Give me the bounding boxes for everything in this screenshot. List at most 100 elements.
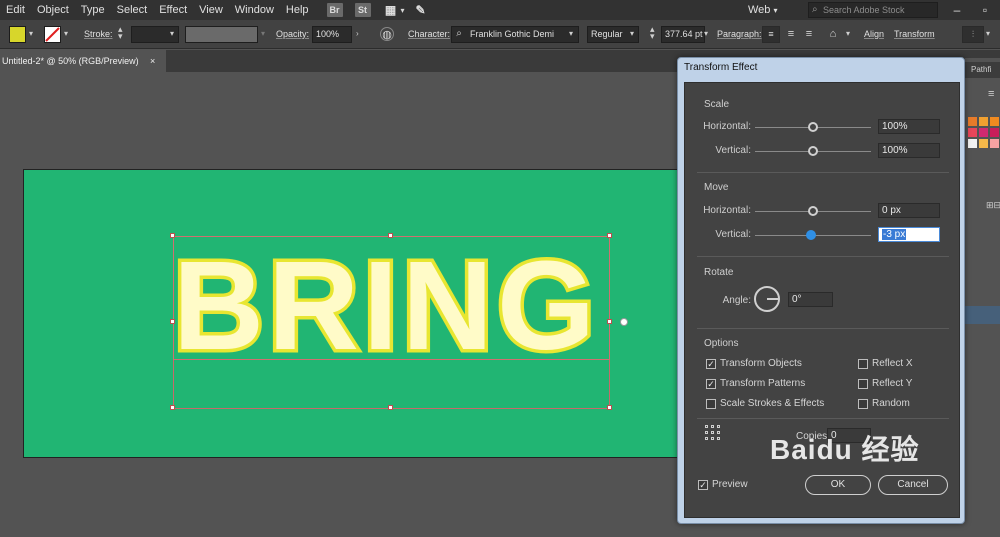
arrange-documents-icon[interactable]: ▦ (383, 3, 399, 17)
align-panel-link[interactable]: Align (864, 29, 884, 39)
reference-point-icon[interactable] (705, 425, 720, 440)
chevron-down-icon[interactable]: ▾ (846, 29, 850, 38)
scale-horizontal-thumb[interactable] (808, 122, 818, 132)
move-vertical-field[interactable]: -3 px (878, 227, 940, 242)
chevron-down-icon[interactable]: ▾ (29, 29, 33, 38)
chevron-down-icon[interactable]: ▾ (569, 29, 573, 38)
panel-menu-icon[interactable]: ≡ (988, 88, 994, 100)
envelope-distort-icon[interactable]: ⌂ (826, 27, 840, 41)
cancel-button[interactable]: Cancel (878, 475, 948, 495)
reflect-x-checkbox[interactable] (858, 359, 868, 369)
document-tab[interactable]: Untitled-2* @ 50% (RGB/Preview) × (0, 50, 166, 72)
align-right-icon[interactable]: ≡ (802, 27, 816, 41)
maximize-icon[interactable]: ▫ (974, 0, 996, 20)
menu-type[interactable]: Type (75, 0, 111, 20)
gpu-performance-icon[interactable]: ✎ (413, 3, 429, 17)
transform-patterns-label[interactable]: Transform Patterns (720, 378, 805, 389)
preview-checkbox[interactable]: ✓ (698, 480, 708, 490)
resize-handle[interactable] (607, 405, 612, 410)
swatch[interactable] (979, 128, 988, 137)
chevron-down-icon: ▾ (773, 6, 778, 15)
search-adobe-stock-input[interactable]: ⌕ Search Adobe Stock (808, 2, 938, 18)
scale-horizontal-field[interactable]: 100% (878, 119, 940, 134)
workspace-label: Web (748, 4, 771, 16)
transform-patterns-checkbox[interactable]: ✓ (706, 379, 716, 389)
random-checkbox[interactable] (858, 399, 868, 409)
move-vertical-thumb[interactable] (806, 230, 816, 240)
fill-swatch[interactable] (9, 26, 26, 43)
align-left-icon[interactable]: ≡ (762, 26, 780, 43)
workspace-switcher[interactable]: Web ▾ (748, 0, 778, 20)
transform-objects-label[interactable]: Transform Objects (720, 358, 802, 369)
menu-object[interactable]: Object (31, 0, 75, 20)
rotate-section-title: Rotate (704, 267, 734, 278)
menu-edit[interactable]: Edit (0, 0, 31, 20)
stroke-label[interactable]: Stroke: (84, 29, 113, 39)
opacity-label[interactable]: Opacity: (276, 29, 309, 39)
ok-button[interactable]: OK (805, 475, 871, 495)
resize-handle[interactable] (388, 405, 393, 410)
resize-handle[interactable] (170, 319, 175, 324)
isolate-icon[interactable]: ⫶ (962, 26, 984, 43)
resize-handle[interactable] (388, 233, 393, 238)
stock-icon[interactable]: St (354, 3, 371, 17)
font-size-field[interactable]: 377.64 pt (661, 26, 705, 43)
variable-width-profile[interactable] (185, 26, 258, 43)
angle-field[interactable]: 0° (788, 292, 833, 307)
swatch[interactable] (979, 139, 988, 148)
minimize-icon[interactable]: – (946, 0, 968, 20)
resize-handle[interactable] (607, 233, 612, 238)
move-horizontal-thumb[interactable] (808, 206, 818, 216)
chevron-down-icon[interactable]: ▾ (401, 6, 405, 15)
chevron-down-icon[interactable]: ▾ (704, 29, 708, 38)
panel-options-icon[interactable]: ⊞⊟ (986, 200, 1000, 211)
font-family-field[interactable]: Franklin Gothic Demi (451, 26, 579, 43)
resize-handle[interactable] (170, 405, 175, 410)
section-divider (697, 418, 949, 419)
font-size-stepper[interactable]: ▴ ▾ (650, 25, 655, 41)
chevron-down-icon[interactable]: ▾ (986, 29, 990, 38)
recolor-artwork-icon[interactable]: ◍ (380, 27, 394, 41)
swatch[interactable] (968, 128, 977, 137)
swatch[interactable] (990, 139, 999, 148)
chevron-down-icon[interactable]: ▾ (630, 29, 634, 38)
swatch[interactable] (968, 139, 977, 148)
angle-dial-icon[interactable] (754, 286, 780, 312)
paragraph-label[interactable]: Paragraph: (717, 29, 762, 39)
menu-help[interactable]: Help (280, 0, 315, 20)
pathfinder-tab[interactable]: Pathfi (963, 62, 1000, 78)
menu-window[interactable]: Window (229, 0, 280, 20)
chevron-down-icon[interactable]: ▾ (64, 29, 68, 38)
bridge-icon[interactable]: Br (326, 3, 343, 17)
swatch[interactable] (990, 128, 999, 137)
reflect-y-checkbox[interactable] (858, 379, 868, 389)
move-horizontal-field[interactable]: 0 px (878, 203, 940, 218)
swatch[interactable] (990, 117, 999, 126)
preview-label[interactable]: Preview (712, 479, 748, 490)
swatch[interactable] (968, 117, 977, 126)
menu-view[interactable]: View (193, 0, 229, 20)
menu-effect[interactable]: Effect (153, 0, 193, 20)
opacity-field[interactable]: 100% (312, 26, 352, 43)
swatch[interactable] (979, 117, 988, 126)
scale-vertical-field[interactable]: 100% (878, 143, 940, 158)
scale-strokes-checkbox[interactable] (706, 399, 716, 409)
stroke-none-swatch[interactable] (44, 26, 61, 43)
random-label[interactable]: Random (872, 398, 910, 409)
reflect-x-label[interactable]: Reflect X (872, 358, 913, 369)
reflect-y-label[interactable]: Reflect Y (872, 378, 912, 389)
character-label[interactable]: Character: (408, 29, 450, 39)
transform-objects-checkbox[interactable]: ✓ (706, 359, 716, 369)
align-center-icon[interactable]: ≡ (784, 27, 798, 41)
close-icon[interactable]: × (150, 50, 155, 72)
transform-panel-link[interactable]: Transform (894, 29, 935, 39)
rotate-handle[interactable] (620, 318, 628, 326)
menu-select[interactable]: Select (111, 0, 154, 20)
scale-strokes-label[interactable]: Scale Strokes & Effects (720, 398, 824, 409)
chevron-right-icon[interactable]: › (356, 29, 359, 38)
resize-handle[interactable] (170, 233, 175, 238)
selected-layer-row[interactable] (965, 306, 1000, 324)
scale-vertical-thumb[interactable] (808, 146, 818, 156)
resize-handle[interactable] (607, 319, 612, 324)
stroke-weight-stepper[interactable]: ▴ ▾ (118, 25, 123, 41)
